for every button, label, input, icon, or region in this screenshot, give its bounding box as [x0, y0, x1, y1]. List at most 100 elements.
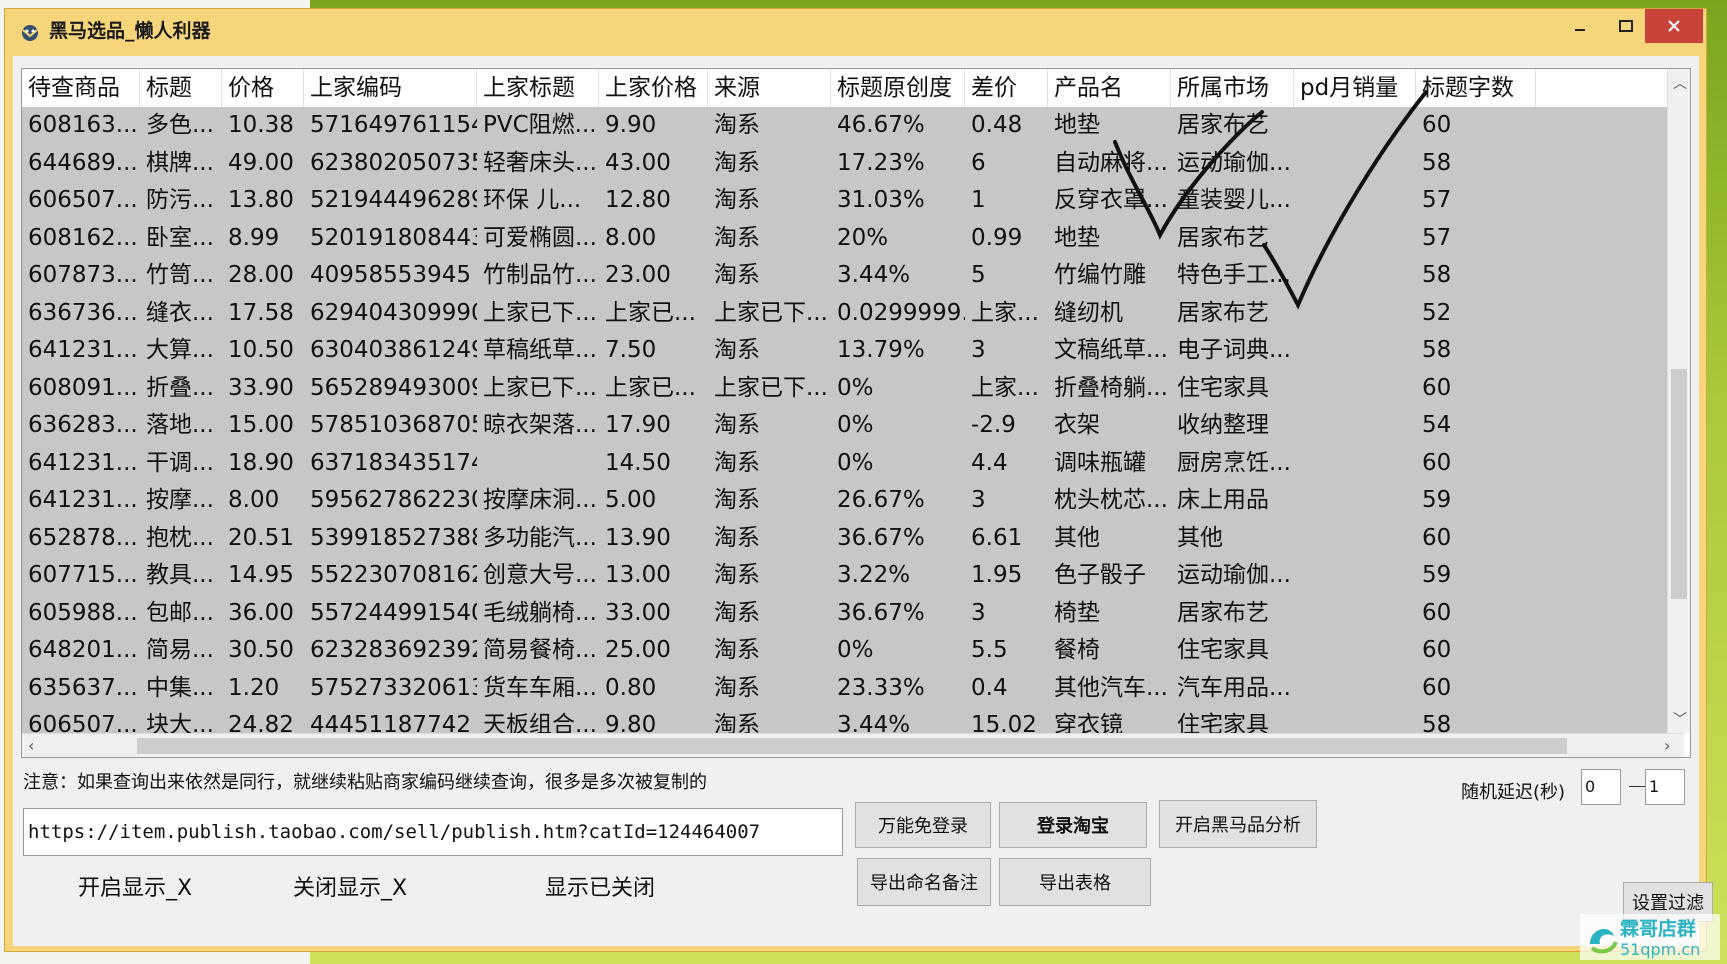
table-row[interactable]: 635637... 中集... 1.20 575273320613 货车车厢... 0.8… — [22, 670, 1684, 708]
table-cell: 童装婴儿... — [1177, 187, 1291, 213]
table-cell: 竹笥... — [146, 262, 214, 288]
close-icon — [1668, 20, 1680, 32]
login-taobao-button[interactable]: 登录淘宝 — [999, 802, 1147, 848]
results-table[interactable]: 待查商品 标题 价格 上家编码 上家标题 上家价格 来源 标题原创度 差价 产品名 所属市场 pd月销… — [21, 68, 1691, 758]
table-cell: 565289493009 — [310, 374, 477, 401]
column-header[interactable]: 标题 — [140, 69, 222, 107]
column-header[interactable]: 标题原创度 — [831, 69, 965, 107]
table-row[interactable]: 608091... 折叠... 33.90 565289493009 上家已下... 上家… — [22, 370, 1684, 408]
table-cell: 23.33% — [837, 674, 925, 701]
table-cell: 地垫 — [1054, 224, 1100, 251]
maximize-button[interactable] — [1603, 9, 1649, 43]
column-header[interactable]: 上家标题 — [477, 69, 599, 107]
table-row[interactable]: 608163... 多色... 10.38 571649761154 PVC阻燃... 9… — [22, 107, 1684, 145]
table-cell: 按摩床洞... — [483, 487, 597, 513]
column-header[interactable]: pd月销量 — [1294, 69, 1416, 107]
table-row[interactable]: 641231... 干调... 18.90 637183435174 14.50 淘系 0%… — [22, 445, 1684, 483]
url-input[interactable]: https://item.publish.taobao.com/sell/pub… — [23, 808, 843, 856]
table-row[interactable]: 607715... 教具... 14.95 552230708162 创意大号... 13… — [22, 557, 1684, 595]
table-cell: 33.90 — [228, 374, 294, 401]
delay-min-input[interactable]: 0 — [1581, 769, 1621, 805]
table-cell: 淘系 — [714, 262, 760, 288]
scroll-down-icon[interactable]: ﹀ — [1673, 709, 1687, 729]
scroll-left-icon[interactable]: ‹ — [28, 736, 34, 755]
table-cell: 521944496289 — [310, 187, 477, 213]
vertical-scrollbar[interactable]: ︿ ﹀ — [1667, 69, 1690, 733]
table-cell — [1294, 182, 1416, 219]
minimize-button[interactable] — [1557, 9, 1603, 43]
table-cell: 58 — [1422, 337, 1452, 363]
table-cell: 居家布艺 — [1177, 224, 1269, 251]
table-cell: 623802050735 — [310, 149, 477, 176]
table-row[interactable]: 644689... 棋牌... 49.00 623802050735 轻奢床头... 43… — [22, 145, 1684, 183]
table-cell: 59 — [1422, 487, 1452, 513]
table-row[interactable]: 606507... 防污... 13.80 521944496289 环保 儿... 12… — [22, 182, 1684, 220]
scroll-up-icon[interactable]: ︿ — [1673, 73, 1687, 93]
column-header[interactable]: 待查商品 — [22, 69, 140, 107]
table-row[interactable]: 605988... 包邮... 36.00 557244991540 毛绒躺椅... 33… — [22, 595, 1684, 633]
table-cell: 住宅家具 — [1177, 712, 1269, 733]
table-row[interactable]: 636736... 缝衣... 17.58 629404309990 上家已下... 上家… — [22, 295, 1684, 333]
table-cell: 59 — [1422, 562, 1452, 588]
table-row[interactable]: 641231... 按摩... 8.00 595627862230 按摩床洞... 5.0… — [22, 482, 1684, 520]
table-cell — [1294, 220, 1416, 257]
table-row[interactable]: 636283... 落地... 15.00 578510368705 晾衣架落... 17… — [22, 407, 1684, 445]
table-row[interactable]: 652878... 抱枕... 20.51 539918527388 多功能汽... 13… — [22, 520, 1684, 558]
table-cell: 608162... — [28, 224, 138, 251]
notice-text: 注意：如果查询出来依然是同行，就继续粘贴商家编码继续查询，很多是多次被复制的 — [23, 772, 707, 793]
scroll-right-icon[interactable]: › — [1664, 736, 1670, 755]
table-row[interactable]: 608162... 卧室... 8.99 520191808443 可爱椭圆... 8.0… — [22, 220, 1684, 258]
table-cell: 13.79% — [837, 337, 925, 363]
table-cell: 毛绒躺椅... — [483, 599, 597, 626]
column-header[interactable]: 标题字数 — [1416, 69, 1536, 107]
column-header[interactable]: 来源 — [708, 69, 831, 107]
column-header[interactable]: 所属市场 — [1171, 69, 1294, 107]
close-button[interactable] — [1645, 9, 1703, 43]
table-row[interactable]: 641231... 大算... 10.50 630403861249 草稿纸草... 7.… — [22, 332, 1684, 370]
table-cell: 13.80 — [228, 187, 294, 213]
table-cell: 抱枕... — [146, 524, 214, 551]
column-header[interactable]: 上家价格 — [599, 69, 708, 107]
table-cell: 607715... — [28, 562, 138, 588]
table-cell — [1294, 107, 1416, 144]
table-cell: 607873... — [28, 262, 138, 288]
table-cell: 13.00 — [605, 562, 671, 588]
table-cell — [1294, 595, 1416, 632]
open-analysis-button[interactable]: 开启黑马品分析 — [1159, 800, 1317, 848]
column-header[interactable]: 产品名 — [1048, 69, 1171, 107]
table-cell: 简易... — [146, 637, 214, 663]
table-cell: 3 — [971, 599, 986, 626]
table-cell: 630403861249 — [310, 337, 477, 363]
close-display-link[interactable]: 关闭显示_X — [293, 870, 407, 902]
table-cell: 5.00 — [605, 487, 657, 513]
open-display-link[interactable]: 开启显示_X — [78, 870, 192, 902]
table-header: 待查商品 标题 价格 上家编码 上家标题 上家价格 来源 标题原创度 差价 产品名 所属市场 pd月销… — [22, 69, 1684, 108]
export-name-note-button[interactable]: 导出命名备注 — [857, 858, 991, 906]
title-bar[interactable]: 黑马选品_懒人利器 — [5, 9, 1706, 55]
table-row[interactable]: 606507... 块大... 24.82 44451187742 天板组合... 9.8… — [22, 707, 1684, 733]
free-login-button[interactable]: 万能免登录 — [855, 802, 991, 848]
table-cell: 5 — [971, 262, 986, 288]
column-header[interactable]: 上家编码 — [304, 69, 477, 107]
horizontal-scroll-thumb[interactable] — [137, 738, 1567, 754]
table-cell: 环保 儿... — [483, 187, 582, 213]
table-cell: 缝纫机 — [1054, 299, 1123, 326]
table-row[interactable]: 648201... 简易... 30.50 623283692392 简易餐椅... 25… — [22, 632, 1684, 670]
horizontal-scrollbar[interactable]: ‹ › — [22, 733, 1684, 757]
column-header[interactable]: 价格 — [222, 69, 304, 107]
table-cell: 4.4 — [971, 449, 1008, 476]
table-cell — [1294, 257, 1416, 294]
table-cell: 大算... — [146, 337, 214, 363]
table-cell: 15.02 — [971, 712, 1037, 733]
table-row[interactable]: 607873... 竹笥... 28.00 40958553945 竹制品竹... 23.… — [22, 257, 1684, 295]
table-cell: 块大... — [146, 712, 214, 733]
table-cell: 其他 — [1054, 524, 1100, 551]
delay-max-input[interactable]: 1 — [1645, 769, 1685, 805]
table-cell: 60 — [1422, 637, 1452, 663]
table-cell: 电子词典... — [1177, 337, 1291, 363]
vertical-scroll-thumb[interactable] — [1671, 369, 1687, 599]
column-header[interactable]: 差价 — [965, 69, 1048, 107]
table-cell: 3.44% — [837, 712, 911, 733]
table-cell: 31.03% — [837, 187, 925, 213]
export-table-button[interactable]: 导出表格 — [999, 858, 1151, 906]
